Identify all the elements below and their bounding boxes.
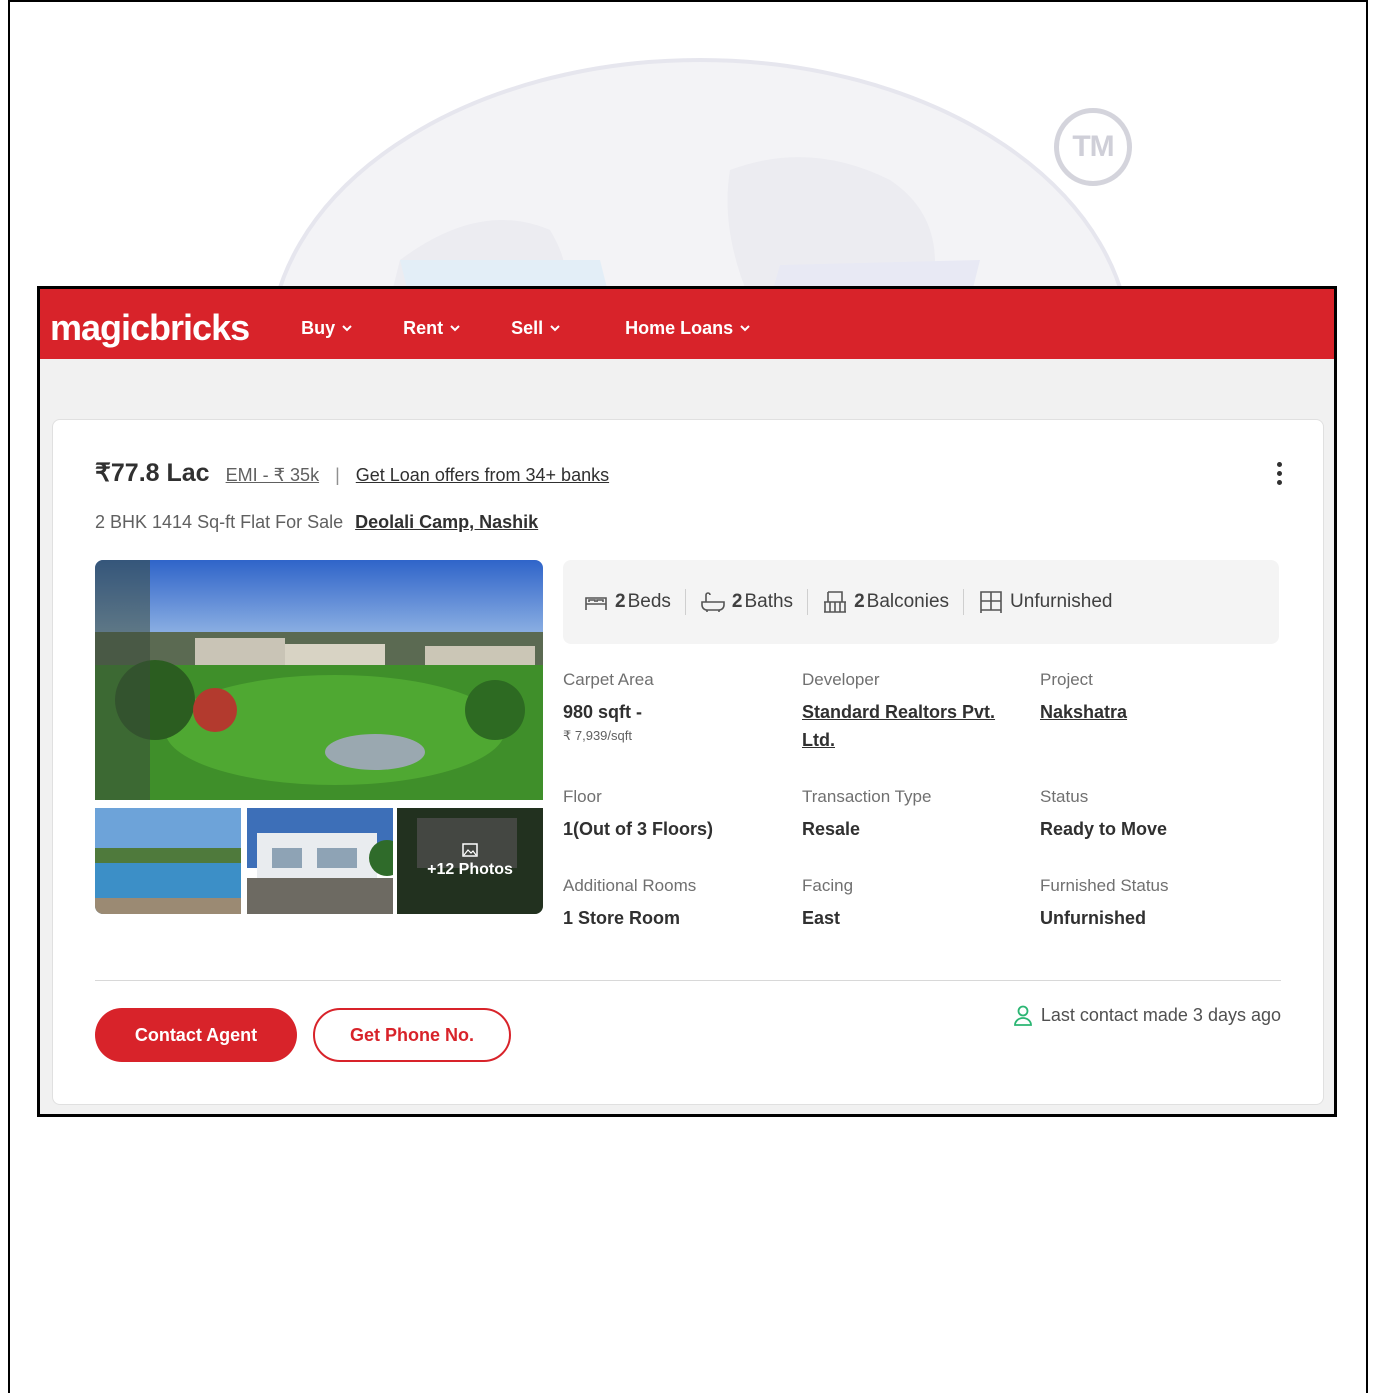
nav-rent[interactable]: Rent: [403, 318, 461, 339]
carpet-area-label: Carpet Area: [563, 670, 654, 689]
carpet-area-cell: Carpet Area 980 sqft - ₹ 7,939/sqft: [563, 670, 793, 744]
loan-offers-link[interactable]: Get Loan offers from 34+ banks: [356, 465, 609, 486]
image-icon: [462, 843, 478, 857]
more-photos-label: +12 Photos: [427, 861, 513, 878]
balcony-icon: [824, 591, 847, 613]
facing-cell: Facing East: [802, 876, 1032, 932]
price-row: ₹77.8 Lac EMI - ₹ 35k | Get Loan offers …: [95, 458, 609, 488]
globe-watermark: [250, 50, 1150, 300]
project-link[interactable]: Nakshatra: [1040, 698, 1270, 726]
developer-link[interactable]: Standard Realtors Pvt. Ltd.: [802, 698, 1032, 754]
status-value: Ready to Move: [1040, 819, 1168, 839]
additional-rooms-label: Additional Rooms: [563, 876, 697, 895]
nav-rent-label: Rent: [403, 317, 444, 338]
balconies-label: Balconies: [866, 591, 950, 612]
last-contact-text: Last contact made 3 days ago: [1040, 1004, 1281, 1025]
transaction-label: Transaction Type: [802, 787, 932, 806]
status-label: Status: [1040, 787, 1089, 806]
user-icon: [1013, 1005, 1032, 1026]
listing-screenshot: magicbricks Buy Rent Sell Home Loans ₹77…: [37, 286, 1337, 1117]
additional-rooms-value: 1 Store Room: [563, 908, 681, 928]
baths-label: Baths: [744, 591, 794, 612]
more-photos-overlay[interactable]: +12 Photos: [397, 808, 543, 914]
main-property-photo[interactable]: [95, 560, 543, 800]
amenity-balconies: 2 Balconies: [808, 589, 965, 615]
separator: |: [335, 465, 340, 485]
magicbricks-logo[interactable]: magicbricks: [50, 307, 250, 349]
floor-label: Floor: [563, 787, 602, 806]
get-phone-button[interactable]: Get Phone No.: [313, 1008, 511, 1062]
property-card[interactable]: ₹77.8 Lac EMI - ₹ 35k | Get Loan offers …: [52, 419, 1324, 1105]
developer-cell: Developer Standard Realtors Pvt. Ltd.: [802, 670, 1032, 754]
status-cell: Status Ready to Move: [1040, 787, 1270, 843]
price-per-sqft: ₹ 7,939/sqft: [563, 728, 632, 743]
balconies-count: 2: [854, 591, 865, 612]
property-price: ₹77.8 Lac: [95, 459, 210, 487]
project-label: Project: [1040, 670, 1093, 689]
locality-link[interactable]: Deolali Camp, Nashik: [355, 512, 538, 533]
emi-link[interactable]: EMI - ₹ 35k: [226, 465, 319, 486]
furnished-value: Unfurnished: [1040, 908, 1146, 928]
property-subtitle-row: 2 BHK 1414 Sq-ft Flat For Sale Deolali C…: [95, 512, 538, 533]
card-divider: [95, 980, 1281, 981]
nav-buy[interactable]: Buy: [301, 318, 353, 339]
more-options-icon[interactable]: [1275, 462, 1283, 485]
transaction-cell: Transaction Type Resale: [802, 787, 1032, 843]
bath-icon: [701, 592, 725, 612]
nav-home-loans-label: Home Loans: [625, 317, 734, 338]
furniture-icon: [980, 591, 1002, 613]
chevron-down-icon: [342, 325, 352, 332]
last-contact-info: Last contact made 3 days ago: [1013, 1004, 1281, 1026]
floor-value: 1(Out of 3 Floors): [563, 819, 713, 839]
property-title: 2 BHK 1414 Sq-ft Flat For Sale: [95, 512, 344, 532]
chevron-down-icon: [450, 325, 460, 332]
project-cell: Project Nakshatra: [1040, 670, 1270, 726]
nav-sell[interactable]: Sell: [511, 318, 561, 339]
amenities-bar: 2 Beds 2 Baths 2 Balconies Unfurnished: [563, 560, 1279, 644]
amenity-beds: 2 Beds: [583, 589, 686, 615]
amenity-furnishing: Unfurnished: [964, 589, 1126, 615]
contact-agent-button[interactable]: Contact Agent: [95, 1008, 297, 1062]
chevron-down-icon: [550, 325, 560, 332]
furnishing-label: Unfurnished: [1010, 591, 1113, 612]
thumbnail-photo[interactable]: [247, 808, 393, 914]
nav-sell-label: Sell: [511, 317, 544, 338]
baths-count: 2: [731, 591, 743, 612]
facing-value: East: [802, 908, 841, 928]
photo-gallery: +12 Photos: [95, 560, 543, 914]
facing-label: Facing: [802, 876, 854, 895]
top-navigation-bar: magicbricks Buy Rent Sell Home Loans: [40, 289, 1334, 359]
floor-cell: Floor 1(Out of 3 Floors): [563, 787, 793, 843]
furnished-label: Furnished Status: [1040, 876, 1169, 895]
thumbnail-photo[interactable]: [95, 808, 241, 914]
beds-label: Beds: [627, 591, 671, 612]
trademark-mark: TM: [1054, 108, 1132, 186]
chevron-down-icon: [740, 325, 750, 332]
furnished-cell: Furnished Status Unfurnished: [1040, 876, 1270, 932]
additional-rooms-cell: Additional Rooms 1 Store Room: [563, 876, 793, 932]
developer-label: Developer: [802, 670, 880, 689]
carpet-area-value: 980 sqft -: [563, 702, 643, 722]
beds-count: 2: [615, 591, 626, 612]
nav-buy-label: Buy: [301, 317, 336, 338]
transaction-value: Resale: [802, 819, 861, 839]
amenity-baths: 2 Baths: [686, 589, 809, 615]
thumbnail-photo-more[interactable]: +12 Photos: [397, 808, 543, 914]
bed-icon: [585, 597, 607, 610]
nav-home-loans[interactable]: Home Loans: [625, 318, 751, 339]
